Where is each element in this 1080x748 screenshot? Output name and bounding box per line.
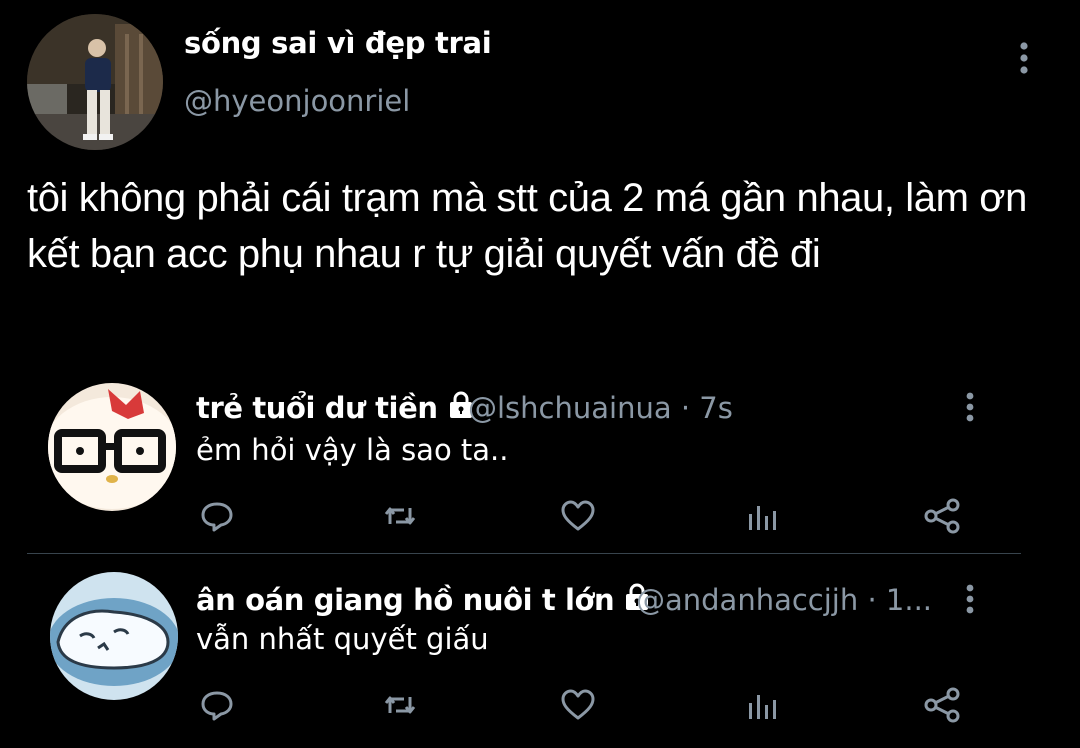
reply-avatar[interactable]	[50, 572, 178, 700]
author-name[interactable]: sống sai vì đẹp trai	[184, 26, 492, 60]
reply-author-name[interactable]: ân oán giang hồ nuôi t lớn	[196, 582, 652, 619]
reply-avatar[interactable]	[48, 383, 176, 511]
reply-author-name-text: trẻ tuổi dư tiền	[196, 391, 438, 425]
analytics-icon[interactable]	[740, 494, 784, 538]
author-handle[interactable]: @hyeonjoonriel	[184, 84, 410, 118]
more-vertical-icon[interactable]	[1010, 40, 1038, 80]
share-icon[interactable]	[920, 494, 964, 538]
reply-text: vẫn nhất quyết giấu	[196, 622, 489, 656]
analytics-icon[interactable]	[740, 683, 784, 727]
heart-icon[interactable]	[556, 683, 600, 727]
reply-text: ẻm hỏi vậy là sao ta..	[196, 433, 509, 467]
more-vertical-icon[interactable]	[958, 582, 982, 618]
share-icon[interactable]	[920, 683, 964, 727]
tweet-text: tôi không phải cái trạm mà stt của 2 má …	[27, 176, 1027, 276]
more-vertical-icon[interactable]	[958, 390, 982, 426]
reply-author-name[interactable]: trẻ tuổi dư tiền	[196, 390, 476, 427]
reply-divider	[27, 553, 1021, 554]
retweet-icon[interactable]	[378, 683, 422, 727]
reply-author-name-text: ân oán giang hồ nuôi t lớn	[196, 583, 615, 617]
heart-icon[interactable]	[556, 494, 600, 538]
reply-handle[interactable]: @andanhaccjjh · 1...	[636, 583, 932, 617]
retweet-icon[interactable]	[378, 494, 422, 538]
reply-icon[interactable]	[195, 683, 239, 727]
reply-handle[interactable]: @lshchuainua · 7s	[468, 391, 733, 425]
author-avatar[interactable]	[27, 14, 163, 150]
reply-icon[interactable]	[195, 494, 239, 538]
